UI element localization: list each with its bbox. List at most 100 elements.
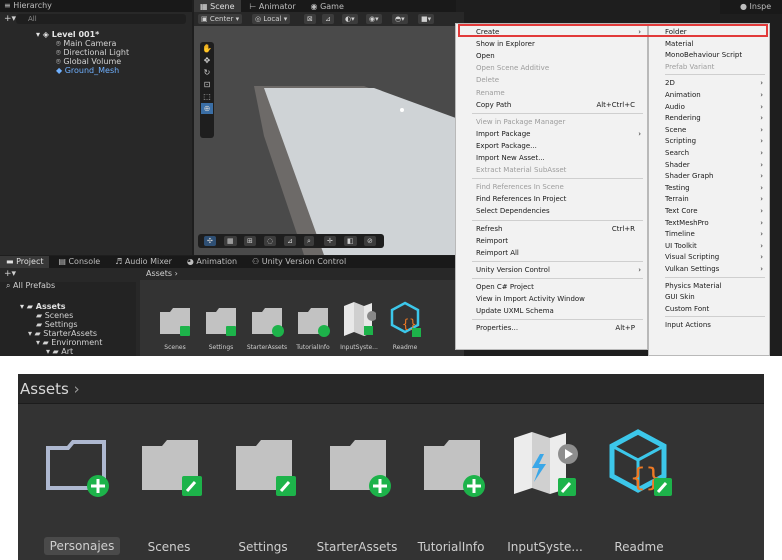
readme-icon[interactable]: {} [388,300,422,340]
menu-item-text-core[interactable]: Text Core › [649,205,769,217]
menu-item-input-actions[interactable]: Input Actions [649,319,769,331]
asset-inputsystem[interactable]: InputSyste... [500,420,590,554]
space-dropdown[interactable]: ◎ Local ▾ [252,14,291,24]
hierarchy-item-ground[interactable]: ◆ Ground_Mesh [56,66,119,75]
input-system-icon[interactable] [342,300,377,340]
tab-inspector[interactable]: ● Inspe [720,0,777,14]
tab-audio-mixer[interactable]: ♬ Audio Mixer [109,256,178,268]
visibility-icon[interactable]: ◉▾ [366,14,382,24]
add-icon[interactable]: +▾ [4,14,16,24]
menu-item-search[interactable]: Search › [649,147,769,159]
tree-assets[interactable]: ▾ ▰ Assets [20,302,65,311]
lighting-icon[interactable]: ◓▾ [392,14,408,24]
folder-icon[interactable] [204,300,238,340]
menu-item-rendering[interactable]: Rendering › [649,112,769,124]
asset-tutorialinfo[interactable]: TutorialInfo [406,420,496,554]
rect-tool-icon[interactable]: ⬚ [201,91,213,102]
tab-project[interactable]: ▬ Project [0,256,50,268]
folder-icon[interactable] [296,300,330,340]
menu-item-2d[interactable]: 2D › [649,77,769,89]
menu-item-ui-toolkit[interactable]: UI Toolkit › [649,240,769,252]
menu-item-animation[interactable]: Animation › [649,89,769,101]
overlay-snap-icon[interactable]: ⊞ [244,236,256,246]
menu-item-terrain[interactable]: Terrain › [649,193,769,205]
overlay-search-icon[interactable]: ⌕ [304,236,314,246]
transform-tool-icon[interactable]: ⊕ [201,103,213,114]
menu-item-custom-font[interactable]: Custom Font [649,303,769,315]
grid-icon[interactable]: ⊠ [304,14,316,24]
folder-icon[interactable] [158,300,192,340]
hierarchy-item-volume[interactable]: ⌾ Global Volume [56,57,121,66]
hierarchy-item-light[interactable]: ⌾ Directional Light [56,48,129,57]
menu-item-material[interactable]: Material [649,38,769,50]
menu-item-copy-path[interactable]: Copy Path Alt+Ctrl+C [456,99,647,111]
menu-item-physics-material[interactable]: Physics Material [649,280,769,292]
menu-item-import-package[interactable]: Import Package › [456,128,647,140]
tab-animation[interactable]: ◕ Animation [181,256,243,268]
menu-item-audio[interactable]: Audio › [649,101,769,113]
menu-item-view-in-import-activity-window[interactable]: View in Import Activity Window [456,293,647,305]
scene-view[interactable]: ▣ Center ▾ ◎ Local ▾ ⊠ ⊿ ◐▾ ◉▾ ◓▾ ■▾ ✋ ✥… [194,12,464,255]
zoom-breadcrumb[interactable]: Assets › [18,374,764,404]
asset-scenes[interactable]: Scenes [124,420,214,554]
menu-item-show-in-explorer[interactable]: Show in Explorer [456,38,647,50]
overlay-move-icon[interactable]: ✣ [204,236,216,246]
hand-tool-icon[interactable]: ✋ [201,43,213,54]
menu-item-scene[interactable]: Scene › [649,124,769,136]
tree-scenes[interactable]: ▰ Scenes [36,311,73,320]
tree-starterassets[interactable]: ▾ ▰ StarterAssets [28,329,97,338]
menu-item-gui-skin[interactable]: GUI Skin [649,291,769,303]
menu-item-timeline[interactable]: Timeline › [649,228,769,240]
overlay-cancel-icon[interactable]: ⊘ [364,236,376,246]
asset-starterassets[interactable]: StarterAssets [312,420,402,554]
camera-icon[interactable]: ■▾ [418,14,435,24]
menu-item-refresh[interactable]: Refresh Ctrl+R [456,223,647,235]
hierarchy-item-camera[interactable]: ⌾ Main Camera [56,39,116,48]
menu-item-reimport[interactable]: Reimport [456,235,647,247]
menu-item-scripting[interactable]: Scripting › [649,135,769,147]
menu-item-monobehaviour-script[interactable]: MonoBehaviour Script [649,49,769,61]
pivot-dropdown[interactable]: ▣ Center ▾ [198,14,243,24]
asset-personajes[interactable]: Personajes [30,420,120,555]
menu-item-vulkan-settings[interactable]: Vulkan Settings › [649,263,769,275]
rotate-tool-icon[interactable]: ↻ [201,67,213,78]
project-breadcrumb[interactable]: Assets › [140,268,464,280]
menu-item-select-dependencies[interactable]: Select Dependencies [456,205,647,217]
asset-readme[interactable]: {} Readme [594,420,684,554]
hierarchy-tab[interactable]: ≡ Hierarchy [0,0,192,12]
menu-item-shader-graph[interactable]: Shader Graph › [649,170,769,182]
overlay-pivot-icon[interactable]: ✛ [324,236,336,246]
overlay-path-icon[interactable]: ⊿ [284,236,296,246]
asset-settings[interactable]: Settings [218,420,308,554]
menu-item-unity-version-control[interactable]: Unity Version Control › [456,264,647,276]
favorites-all-prefabs[interactable]: ⌕ All Prefabs [6,281,55,290]
menu-item-shader[interactable]: Shader › [649,159,769,171]
menu-item-testing[interactable]: Testing › [649,182,769,194]
tree-art[interactable]: ▾ ▰ Art [46,347,73,356]
menu-item-find-references-in-project[interactable]: Find References In Project [456,193,647,205]
overlay-grid-icon[interactable]: ▦ [224,236,237,246]
snap-icon[interactable]: ⊿ [322,14,334,24]
menu-item-export-package[interactable]: Export Package... [456,140,647,152]
menu-item-open[interactable]: Open [456,50,647,62]
tab-console[interactable]: ▤ Console [52,256,106,268]
menu-item-visual-scripting[interactable]: Visual Scripting › [649,251,769,263]
menu-item-textmeshpro[interactable]: TextMeshPro › [649,217,769,229]
hierarchy-item-level[interactable]: ▾ ◈ Level 001* [36,30,99,39]
menu-item-open-c-project[interactable]: Open C# Project [456,281,647,293]
add-icon[interactable]: +▾ [4,269,16,279]
draw-mode-icon[interactable]: ◐▾ [342,14,358,24]
menu-item-update-uxml-schema[interactable]: Update UXML Schema [456,305,647,317]
overlay-bake-icon[interactable]: ◧ [344,236,357,246]
tree-environment[interactable]: ▾ ▰ Environment [36,338,102,347]
menu-item-reimport-all[interactable]: Reimport All [456,247,647,259]
tree-settings[interactable]: ▰ Settings [36,320,78,329]
menu-item-properties[interactable]: Properties... Alt+P [456,322,647,334]
scale-tool-icon[interactable]: ⊡ [201,79,213,90]
overlay-orbit-icon[interactable]: ◌ [264,236,277,246]
move-tool-icon[interactable]: ✥ [201,55,213,66]
folder-icon[interactable] [250,300,284,340]
menu-item-import-new-asset[interactable]: Import New Asset... [456,152,647,164]
hierarchy-search-input[interactable]: All [16,14,186,24]
tab-version-control[interactable]: ⚇ Unity Version Control [246,256,352,268]
